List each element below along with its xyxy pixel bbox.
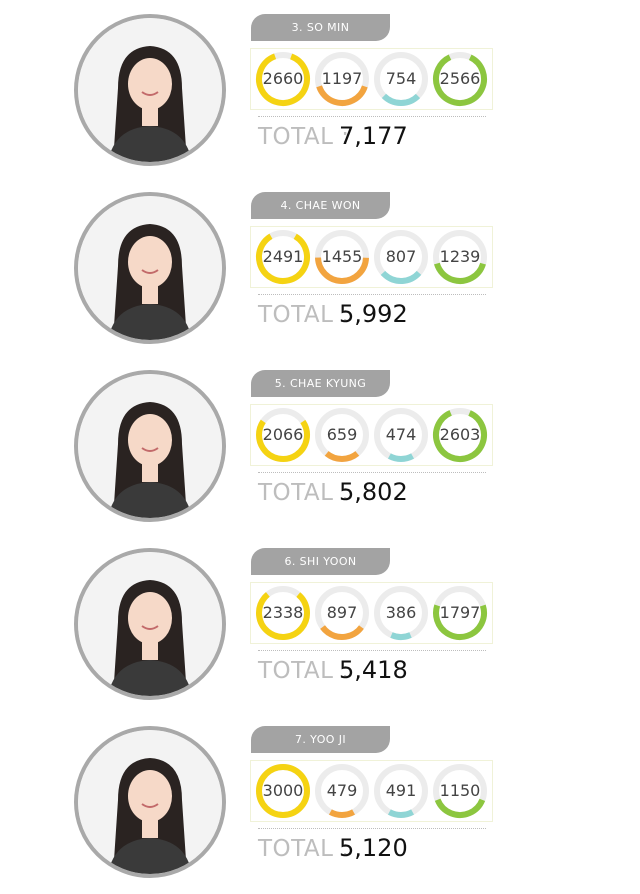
score-gauges: 2338 897 386 1797 <box>250 582 493 644</box>
total-label: TOTAL : <box>258 658 350 684</box>
score-value: 2603 <box>439 425 481 444</box>
score-gauge: 479 <box>314 763 370 819</box>
score-gauge: 2491 <box>255 229 311 285</box>
contestant-photo <box>74 548 226 700</box>
portrait-placeholder-icon <box>78 374 222 518</box>
total-value: 5,992 <box>339 300 408 328</box>
score-gauges: 2660 1197 754 2566 <box>250 48 493 110</box>
score-value: 2338 <box>262 603 304 622</box>
score-value: 479 <box>326 781 358 800</box>
score-value: 2491 <box>262 247 304 266</box>
score-gauge: 386 <box>373 585 429 641</box>
score-gauges: 2066 659 474 2603 <box>250 404 493 466</box>
divider <box>258 828 486 829</box>
score-value: 1455 <box>321 247 363 266</box>
score-gauge: 491 <box>373 763 429 819</box>
contestant-name-tag: 5. CHAE KYUNG <box>251 370 390 397</box>
score-value: 2066 <box>262 425 304 444</box>
score-gauge: 474 <box>373 407 429 463</box>
contestant-name-tag: 3. SO MIN <box>251 14 390 41</box>
score-value: 1150 <box>439 781 481 800</box>
score-value: 491 <box>385 781 417 800</box>
score-gauge: 2338 <box>255 585 311 641</box>
total-label: TOTAL : <box>258 836 350 862</box>
score-gauge: 1797 <box>432 585 488 641</box>
contestant-name-tag: 7. YOO JI <box>251 726 390 753</box>
score-gauges: 2491 1455 807 1239 <box>250 226 493 288</box>
score-value: 2566 <box>439 69 481 88</box>
score-value: 807 <box>385 247 417 266</box>
contestant-photo <box>74 14 226 166</box>
contestant-entry: 4. CHAE WON 2491 1455 807 1239 TOTAL : 5,99… <box>0 182 640 360</box>
score-value: 2660 <box>262 69 304 88</box>
score-gauge: 2603 <box>432 407 488 463</box>
score-value: 3000 <box>262 781 304 800</box>
contestant-photo <box>74 192 226 344</box>
score-gauge: 754 <box>373 51 429 107</box>
score-gauge: 3000 <box>255 763 311 819</box>
total-label: TOTAL : <box>258 302 350 328</box>
total-value: 5,418 <box>339 656 408 684</box>
score-gauge: 1455 <box>314 229 370 285</box>
total-label: TOTAL : <box>258 480 350 506</box>
score-value: 897 <box>326 603 358 622</box>
divider <box>258 472 486 473</box>
contestant-photo <box>74 726 226 878</box>
score-value: 1797 <box>439 603 481 622</box>
score-value: 754 <box>385 69 417 88</box>
score-gauge: 897 <box>314 585 370 641</box>
score-gauge: 659 <box>314 407 370 463</box>
divider <box>258 116 486 117</box>
total-value: 5,802 <box>339 478 408 506</box>
score-value: 386 <box>385 603 417 622</box>
portrait-placeholder-icon <box>78 196 222 340</box>
score-gauge: 1150 <box>432 763 488 819</box>
score-gauge: 807 <box>373 229 429 285</box>
score-gauge: 1239 <box>432 229 488 285</box>
score-gauge: 2566 <box>432 51 488 107</box>
score-gauge: 1197 <box>314 51 370 107</box>
score-value: 1239 <box>439 247 481 266</box>
score-value: 1197 <box>321 69 363 88</box>
total-value: 5,120 <box>339 834 408 862</box>
divider <box>258 294 486 295</box>
contestant-name-tag: 6. SHI YOON <box>251 548 390 575</box>
score-gauge: 2660 <box>255 51 311 107</box>
portrait-placeholder-icon <box>78 730 222 874</box>
contestant-entry: 5. CHAE KYUNG 2066 659 474 2603 TOTAL : 5,8… <box>0 360 640 538</box>
score-gauges: 3000 479 491 1150 <box>250 760 493 822</box>
total-label: TOTAL : <box>258 124 350 150</box>
score-value: 659 <box>326 425 358 444</box>
score-gauge: 2066 <box>255 407 311 463</box>
contestant-photo <box>74 370 226 522</box>
contestant-entry: 6. SHI YOON 2338 897 386 1797 TOTAL : 5,418 <box>0 538 640 716</box>
score-value: 474 <box>385 425 417 444</box>
contestant-name-tag: 4. CHAE WON <box>251 192 390 219</box>
divider <box>258 650 486 651</box>
contestant-entry: 7. YOO JI 3000 479 491 1150 TOTAL : 5,120 <box>0 716 640 894</box>
portrait-placeholder-icon <box>78 552 222 696</box>
contestant-entry: 3. SO MIN 2660 1197 754 2566 TOTAL : 7,177 <box>0 4 640 182</box>
total-value: 7,177 <box>339 122 408 150</box>
portrait-placeholder-icon <box>78 18 222 162</box>
